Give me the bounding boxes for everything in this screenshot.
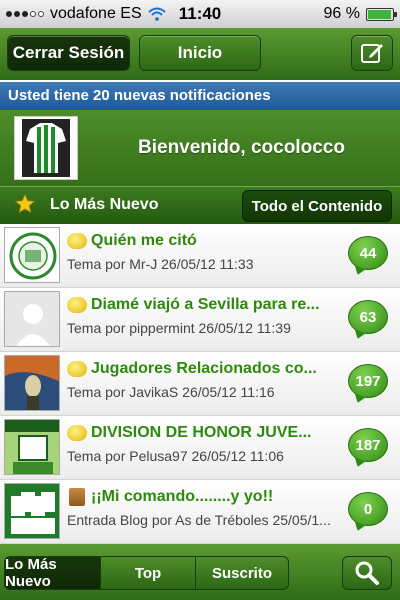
- item-meta: Tema por JavikaS 26/05/12 11:16: [67, 384, 275, 400]
- top-nav: Cerrar Sesión Inicio: [0, 28, 400, 80]
- cards-image: [5, 484, 59, 538]
- tab-latest[interactable]: Lo Más Nuevo: [4, 556, 101, 590]
- jersey-icon: [22, 119, 70, 177]
- reply-count-badge: 44: [348, 236, 388, 270]
- battery-icon: [366, 7, 397, 21]
- thread-icon: [67, 361, 87, 377]
- compose-button[interactable]: [351, 35, 393, 71]
- section-header: Lo Más Nuevo Todo el Contenido: [0, 186, 400, 224]
- thread-icon: [67, 425, 87, 441]
- search-icon: [355, 561, 379, 585]
- list-item[interactable]: Quién me citó Tema por Mr-J 26/05/12 11:…: [0, 224, 400, 288]
- reply-count-badge: 187: [348, 428, 388, 462]
- status-right: 96 %: [323, 5, 397, 23]
- thumbnail: [4, 419, 60, 475]
- item-meta: Entrada Blog por As de Tréboles 25/05/1.…: [67, 512, 331, 528]
- tab-subscribed[interactable]: Suscrito: [195, 556, 289, 590]
- item-title: ¡¡Mi comando........y yo!!: [91, 488, 274, 505]
- list-item[interactable]: Jugadores Relacionados co... Tema por Ja…: [0, 352, 400, 416]
- tab-top[interactable]: Top: [100, 556, 196, 590]
- avatar[interactable]: [14, 116, 78, 180]
- thread-icon: [67, 297, 87, 313]
- item-title: DIVISION DE HONOR JUVE...: [91, 424, 312, 441]
- thumbnail: [4, 483, 60, 539]
- status-bar: vodafone ES 11:40 96 %: [0, 0, 400, 28]
- list-item[interactable]: DIVISION DE HONOR JUVE... Tema por Pelus…: [0, 416, 400, 480]
- thumbnail: [4, 291, 60, 347]
- reply-count-badge: 197: [348, 364, 388, 398]
- item-meta: Tema por Pelusa97 26/05/12 11:06: [67, 448, 284, 464]
- list-item[interactable]: Diamé viajó a Sevilla para re... Tema po…: [0, 288, 400, 352]
- welcome-text: Bienvenido, cocolocco: [138, 137, 345, 158]
- painting-image: [5, 356, 59, 410]
- crest-image: [5, 228, 59, 282]
- content-list: Quién me citó Tema por Mr-J 26/05/12 11:…: [0, 224, 400, 544]
- bottom-tab-bar: Lo Más Nuevo Top Suscrito: [0, 544, 400, 600]
- reply-count-badge: 0: [348, 492, 388, 526]
- search-button[interactable]: [342, 556, 392, 590]
- reply-count-badge: 63: [348, 300, 388, 334]
- list-item[interactable]: ¡¡Mi comando........y yo!! Entrada Blog …: [0, 480, 400, 544]
- logout-button[interactable]: Cerrar Sesión: [7, 35, 130, 71]
- thumbnail: [4, 227, 60, 283]
- thread-icon: [67, 233, 87, 249]
- cartoon-image: [5, 420, 59, 474]
- welcome-header: Bienvenido, cocolocco: [0, 110, 400, 186]
- home-button[interactable]: Inicio: [139, 35, 261, 71]
- blog-icon: [69, 488, 85, 506]
- item-meta: Tema por pippermint 26/05/12 11:39: [67, 320, 291, 336]
- thumbnail: [4, 355, 60, 411]
- compose-icon: [361, 44, 383, 63]
- item-meta: Tema por Mr-J 26/05/12 11:33: [67, 256, 254, 272]
- star-icon: [14, 193, 36, 214]
- item-title: Diamé viajó a Sevilla para re...: [91, 296, 320, 313]
- default-avatar-image: [5, 292, 59, 346]
- section-title: Lo Más Nuevo: [50, 196, 159, 213]
- notification-banner[interactable]: Usted tiene 20 nuevas notificaciones: [0, 82, 400, 110]
- item-title: Jugadores Relacionados co...: [91, 360, 317, 377]
- item-title: Quién me citó: [91, 232, 197, 249]
- battery-percent: 96 %: [323, 5, 360, 22]
- all-content-button[interactable]: Todo el Contenido: [242, 190, 392, 222]
